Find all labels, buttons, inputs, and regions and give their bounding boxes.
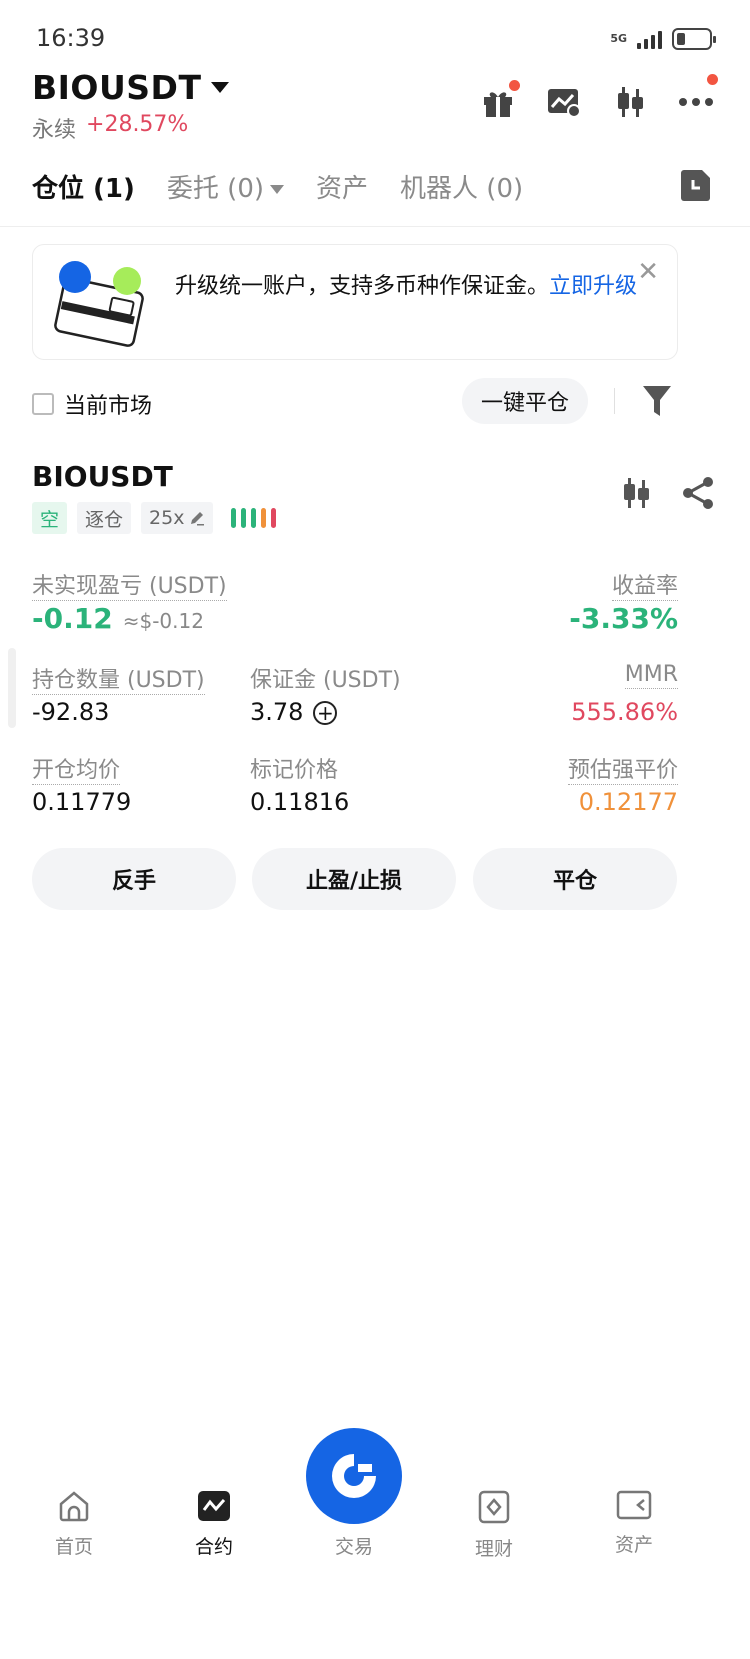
edit-icon (191, 512, 205, 526)
price-change: +28.57% (86, 112, 189, 137)
earn-icon (478, 1490, 510, 1524)
status-time: 16:39 (36, 24, 106, 52)
current-market-checkbox[interactable] (32, 393, 54, 415)
filter-icon[interactable] (642, 384, 672, 422)
margin-value: 3.78 (250, 698, 304, 726)
gift-icon[interactable] (480, 80, 520, 120)
nav-earn-label: 理财 (474, 1538, 513, 1560)
upgrade-banner[interactable]: 升级统一账户，支持多币种作保证金。立即升级 ✕ (32, 244, 678, 360)
position-tabs: 仓位 (1) 委托 (0) 资产 机器人 (0) (32, 168, 523, 205)
margin-value-group: 3.78 + (250, 698, 338, 726)
chart-alert-icon[interactable] (546, 84, 582, 120)
leverage-badge[interactable]: 25x (141, 502, 214, 534)
liq-price-label: 预估强平价 (567, 758, 678, 785)
upgrade-link[interactable]: 立即升级 (549, 274, 637, 299)
margin-label: 保证金 (USDT) (250, 668, 401, 693)
home-icon (59, 1491, 89, 1522)
risk-level-bar (271, 508, 277, 528)
mmr-label: MMR (624, 662, 678, 689)
nav-home[interactable]: 首页 (24, 1490, 124, 1559)
network-label: 5G (610, 32, 627, 45)
history-icon[interactable] (680, 168, 712, 206)
contract-type: 永续 (32, 118, 77, 143)
current-market-filter[interactable]: 当前市场 (32, 388, 152, 420)
nav-earn[interactable]: 理财 (444, 1490, 544, 1561)
liq-price-value: 0.12177 (578, 788, 678, 816)
tab-bots[interactable]: 机器人 (0) (400, 168, 523, 205)
wallet-illustration (51, 259, 151, 353)
tpsl-button[interactable]: 止盈/止损 (252, 848, 456, 910)
close-all-button[interactable]: 一键平仓 (462, 378, 588, 424)
notification-dot (509, 80, 520, 91)
banner-text: 升级统一账户，支持多币种作保证金。立即升级 (175, 271, 645, 303)
nav-trade-label: 交易 (334, 1536, 373, 1558)
entry-price-value: 0.11779 (32, 788, 132, 816)
position-card-actions (620, 476, 714, 514)
mmr-value: 555.86% (571, 698, 678, 726)
trade-logo-icon (332, 1454, 376, 1498)
candlestick-icon[interactable] (612, 84, 648, 120)
tab-orders-label: 委托 (0) (166, 174, 265, 204)
filter-divider (614, 388, 615, 414)
margin-mode-badge: 逐仓 (77, 502, 132, 534)
side-badge: 空 (32, 502, 68, 534)
nav-assets[interactable]: 资产 (584, 1490, 684, 1557)
leverage-value: 25x (149, 507, 185, 529)
scroll-handle[interactable] (8, 648, 16, 728)
unrealized-pnl-label: 未实现盈亏 (USDT) (32, 574, 227, 601)
position-size-label: 持仓数量 (USDT) (32, 668, 205, 695)
position-size-value: -92.83 (32, 698, 110, 726)
banner-message: 升级统一账户，支持多币种作保证金。 (175, 274, 550, 299)
risk-level-bar (251, 508, 257, 528)
position-symbol: BIOUSDT (32, 460, 173, 493)
unrealized-pnl: -0.12 ≈$-0.12 (32, 602, 204, 635)
status-icons: 5G (610, 28, 716, 50)
pair-subtitle: 永续 +28.57% (32, 112, 188, 144)
chevron-down-icon (211, 82, 230, 93)
mark-price-value: 0.11816 (250, 788, 350, 816)
pair-name: BIOUSDT (32, 68, 202, 107)
chevron-down-icon (270, 185, 285, 194)
risk-level-indicator (231, 508, 277, 528)
tab-positions[interactable]: 仓位 (1) (32, 168, 135, 205)
futures-icon (198, 1491, 230, 1521)
more-icon[interactable] (678, 74, 718, 120)
tab-orders[interactable]: 委托 (0) (166, 168, 285, 205)
close-position-button[interactable]: 平仓 (473, 848, 677, 910)
tab-assets[interactable]: 资产 (316, 168, 368, 205)
risk-level-bar (241, 508, 247, 528)
risk-level-bar (261, 508, 267, 528)
notification-dot (707, 74, 718, 85)
pair-selector[interactable]: BIOUSDT (32, 68, 230, 107)
entry-price-label: 开仓均价 (32, 758, 121, 785)
unrealized-pnl-usd: ≈$-0.12 (122, 609, 204, 633)
header-actions (480, 74, 718, 120)
risk-level-bar (231, 508, 237, 528)
signal-icon (637, 29, 662, 49)
tabs-divider (0, 226, 750, 227)
position-tags: 空 逐仓 25x (32, 502, 277, 534)
roe-label: 收益率 (611, 574, 678, 601)
candlestick-icon[interactable] (620, 476, 652, 514)
reverse-button[interactable]: 反手 (32, 848, 236, 910)
close-icon[interactable]: ✕ (637, 259, 659, 285)
battery-icon (672, 28, 716, 50)
unrealized-pnl-value: -0.12 (32, 602, 113, 635)
nav-home-label: 首页 (54, 1536, 93, 1558)
share-icon[interactable] (682, 476, 714, 514)
trade-button[interactable] (306, 1428, 402, 1524)
mark-price-label: 标记价格 (250, 758, 339, 783)
wallet-icon (616, 1490, 652, 1520)
nav-futures[interactable]: 合约 (164, 1490, 264, 1559)
current-market-label: 当前市场 (64, 394, 153, 419)
roe-value: -3.33% (569, 602, 678, 635)
nav-futures-label: 合约 (194, 1536, 233, 1558)
nav-assets-label: 资产 (614, 1534, 653, 1556)
add-margin-icon[interactable]: + (313, 701, 338, 725)
